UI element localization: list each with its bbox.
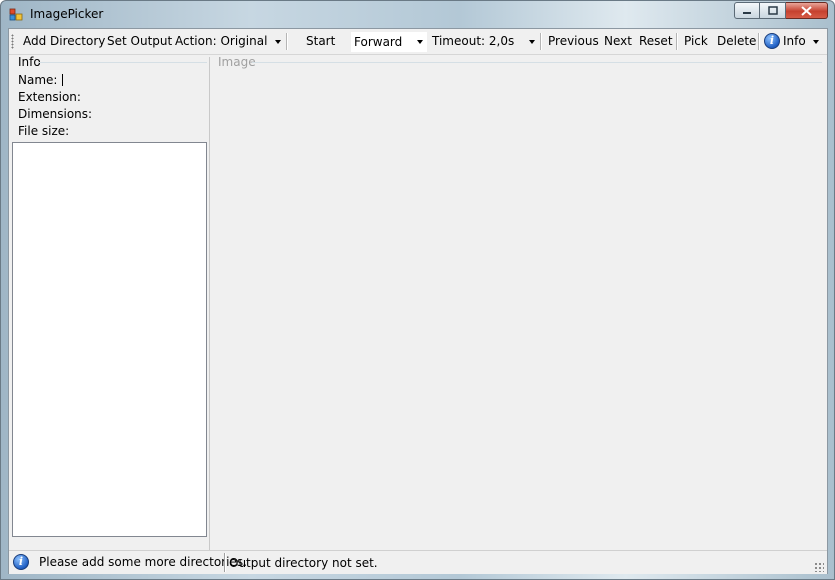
direction-value: Forward	[354, 35, 403, 49]
image-group-label: Image	[218, 55, 256, 69]
toolbar-separator	[540, 33, 542, 50]
chevron-down-icon	[813, 40, 819, 44]
name-label: Name:	[18, 73, 58, 87]
minimize-icon	[743, 11, 751, 14]
close-icon	[801, 5, 812, 16]
pick-button[interactable]: Pick	[684, 34, 708, 48]
status-message: Please add some more directories.	[39, 555, 247, 569]
info-group-label: Info	[18, 55, 41, 69]
chevron-down-icon	[275, 40, 281, 44]
minimize-button[interactable]	[734, 2, 760, 19]
app-icon	[9, 8, 23, 21]
image-display-area	[212, 69, 824, 547]
timeout-dropdown-button[interactable]: Timeout: 2,0s	[432, 34, 514, 48]
next-button[interactable]: Next	[604, 34, 632, 48]
info-group-border	[39, 62, 207, 63]
file-size-label: File size:	[18, 124, 70, 138]
previous-button[interactable]: Previous	[548, 34, 599, 48]
info-icon: i	[13, 554, 29, 570]
set-output-button[interactable]: Set Output	[107, 34, 172, 48]
maximize-button[interactable]	[760, 2, 786, 19]
toolbar-grip[interactable]	[11, 34, 14, 49]
title-bar[interactable]: ImagePicker	[1, 1, 834, 28]
app-window: ImagePicker Add Directory Set Output Act…	[0, 0, 835, 580]
toolbar-separator	[758, 33, 760, 50]
status-bar: i Please add some more directories. Outp…	[9, 550, 827, 574]
image-group-border	[252, 62, 822, 63]
status-divider	[224, 553, 226, 572]
maximize-icon	[767, 6, 778, 15]
directory-listbox[interactable]	[12, 142, 207, 537]
toolbar: Add Directory Set Output Action: Origina…	[9, 29, 827, 55]
direction-combobox[interactable]: Forward	[351, 32, 427, 52]
chevron-down-icon	[417, 40, 423, 44]
dimensions-label: Dimensions:	[18, 107, 93, 121]
output-status: Output directory not set.	[229, 556, 378, 570]
add-directory-button[interactable]: Add Directory	[23, 34, 105, 48]
chevron-down-icon	[529, 40, 535, 44]
close-button[interactable]	[786, 2, 828, 19]
action-dropdown-button[interactable]: Action: Original	[175, 34, 267, 48]
info-icon: i	[764, 33, 780, 49]
window-controls	[734, 2, 828, 21]
extension-label: Extension:	[18, 90, 81, 104]
panel-splitter[interactable]	[209, 57, 210, 551]
reset-button[interactable]: Reset	[639, 34, 673, 48]
client-area: Add Directory Set Output Action: Origina…	[8, 28, 828, 574]
resize-grip[interactable]	[814, 562, 824, 572]
toolbar-separator	[676, 33, 678, 50]
start-button[interactable]: Start	[306, 34, 335, 48]
info-dropdown-button[interactable]: Info	[783, 34, 806, 48]
window-title: ImagePicker	[30, 7, 104, 21]
toolbar-separator	[286, 33, 288, 50]
name-text-caret	[62, 74, 63, 86]
delete-button[interactable]: Delete	[717, 34, 756, 48]
